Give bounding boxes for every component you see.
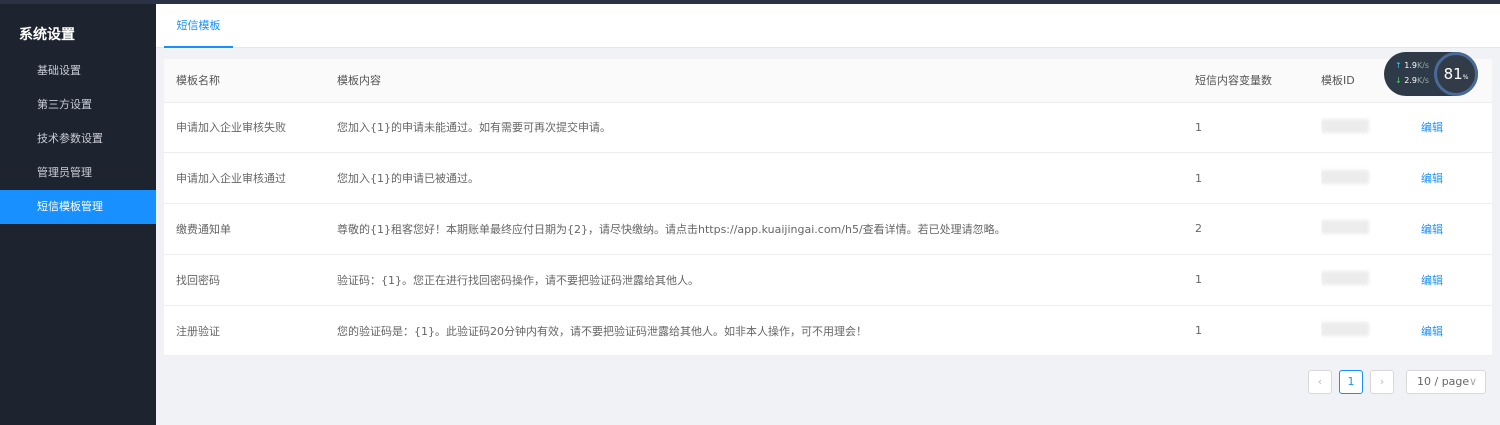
cell-variable-count: 2 [1195, 203, 1321, 255]
cell-template-content: 您的验证码是：{1}。此验证码20分钟内有效，请不要把验证码泄露给其他人。如非本… [337, 305, 1195, 357]
main-content: 短信模板 模板名称 模板内容 短信内容变量数 模板ID 申请加入企业审核失败 您… [156, 4, 1500, 425]
sidebar-title: 系统设置 [19, 27, 75, 43]
cell-template-name: 缴费通知单 [164, 203, 337, 255]
cell-template-content: 您加入{1}的申请已被通过。 [337, 152, 1195, 205]
download-speed-value: 2.9 [1404, 76, 1417, 85]
table-row: 缴费通知单 尊敬的{1}租客您好！本期账单最终应付日期为{2}，请尽快缴纳。请点… [164, 203, 1492, 255]
pagination: ‹ 1 › 10 / page ∨ [1301, 370, 1486, 394]
tab-sms-templates[interactable]: 短信模板 [164, 4, 233, 48]
template-table: 模板名称 模板内容 短信内容变量数 模板ID 申请加入企业审核失败 您加入{1}… [164, 59, 1492, 357]
template-table-panel: 模板名称 模板内容 短信内容变量数 模板ID 申请加入企业审核失败 您加入{1}… [164, 59, 1492, 357]
page-size-select[interactable]: 10 / page ∨ [1406, 370, 1486, 394]
arrow-down-icon: ↓ [1395, 76, 1402, 85]
edit-link[interactable]: 编辑 [1421, 172, 1443, 185]
cell-variable-count: 1 [1195, 152, 1321, 205]
page-size-value: 10 / page [1417, 375, 1470, 388]
upload-speed-unit: K/s [1416, 61, 1430, 70]
cell-actions: 编辑 [1421, 203, 1492, 255]
table-row: 申请加入企业审核通过 您加入{1}的申请已被通过。 1 编辑 [164, 152, 1492, 205]
sidebar-item-sms-templates[interactable]: 短信模板管理 [0, 190, 156, 224]
cell-actions: 编辑 [1421, 102, 1492, 154]
cell-template-name: 找回密码 [164, 254, 337, 306]
next-page-button[interactable]: › [1370, 370, 1394, 394]
sidebar-item-tech-params[interactable]: 技术参数设置 [0, 122, 156, 156]
cell-actions: 编辑 [1421, 305, 1492, 357]
download-speed: ↓ 2.9K/s [1395, 76, 1429, 85]
cell-template-name: 申请加入企业审核失败 [164, 102, 337, 154]
cell-template-name: 申请加入企业审核通过 [164, 152, 337, 205]
upload-speed-value: 1.9 [1404, 61, 1417, 70]
cell-template-id [1321, 102, 1421, 154]
cell-template-content: 您加入{1}的申请未能通过。如有需要可再次提交申请。 [337, 102, 1195, 154]
col-header-template-content: 模板内容 [337, 59, 1195, 103]
tab-bar: 短信模板 [156, 4, 1500, 48]
cell-template-id [1321, 203, 1421, 255]
chevron-left-icon: ‹ [1317, 375, 1323, 388]
prev-page-button[interactable]: ‹ [1308, 370, 1332, 394]
table-row: 找回密码 验证码：{1}。您正在进行找回密码操作，请不要把验证码泄露给其他人。 … [164, 254, 1492, 306]
usage-percent: 81 [1443, 65, 1463, 83]
usage-gauge: 81% [1434, 52, 1478, 96]
cell-variable-count: 1 [1195, 102, 1321, 154]
edit-link[interactable]: 编辑 [1421, 223, 1443, 236]
redacted-template-id [1321, 118, 1369, 133]
cell-template-id [1321, 152, 1421, 205]
cell-template-content: 验证码：{1}。您正在进行找回密码操作，请不要把验证码泄露给其他人。 [337, 254, 1195, 306]
cell-template-id [1321, 254, 1421, 306]
cell-actions: 编辑 [1421, 254, 1492, 306]
redacted-template-id [1321, 169, 1369, 184]
cell-actions: 编辑 [1421, 152, 1492, 205]
page-button-current[interactable]: 1 [1339, 370, 1363, 394]
edit-link[interactable]: 编辑 [1421, 274, 1443, 287]
cell-template-id [1321, 305, 1421, 357]
edit-link[interactable]: 编辑 [1421, 325, 1443, 338]
col-header-variable-count: 短信内容变量数 [1195, 59, 1321, 103]
col-header-template-name: 模板名称 [164, 59, 337, 103]
sidebar-item-admin-management[interactable]: 管理员管理 [0, 156, 156, 190]
cell-template-content: 尊敬的{1}租客您好！本期账单最终应付日期为{2}，请尽快缴纳。请点击https… [337, 203, 1195, 255]
redacted-template-id [1321, 220, 1369, 235]
chevron-right-icon: › [1379, 375, 1385, 388]
sidebar: 系统设置 基础设置 第三方设置 技术参数设置 管理员管理 短信模板管理 [0, 4, 156, 425]
table-row: 注册验证 您的验证码是：{1}。此验证码20分钟内有效，请不要把验证码泄露给其他… [164, 305, 1492, 357]
redacted-template-id [1321, 322, 1369, 337]
network-speed-widget[interactable]: ↑ 1.9K/s ↓ 2.9K/s 81% [1384, 52, 1478, 96]
usage-percent-suffix: % [1462, 74, 1469, 81]
table-row: 申请加入企业审核失败 您加入{1}的申请未能通过。如有需要可再次提交申请。 1 … [164, 102, 1492, 154]
sidebar-item-third-party-settings[interactable]: 第三方设置 [0, 88, 156, 122]
table-header-row: 模板名称 模板内容 短信内容变量数 模板ID [164, 59, 1492, 103]
cell-variable-count: 1 [1195, 254, 1321, 306]
edit-link[interactable]: 编辑 [1421, 121, 1443, 134]
arrow-up-icon: ↑ [1395, 61, 1402, 70]
download-speed-unit: K/s [1416, 76, 1430, 85]
cell-template-name: 注册验证 [164, 305, 337, 357]
chevron-down-icon: ∨ [1468, 375, 1477, 388]
upload-speed: ↑ 1.9K/s [1395, 61, 1429, 70]
sidebar-item-basic-settings[interactable]: 基础设置 [0, 54, 156, 88]
cell-variable-count: 1 [1195, 305, 1321, 357]
redacted-template-id [1321, 271, 1369, 286]
